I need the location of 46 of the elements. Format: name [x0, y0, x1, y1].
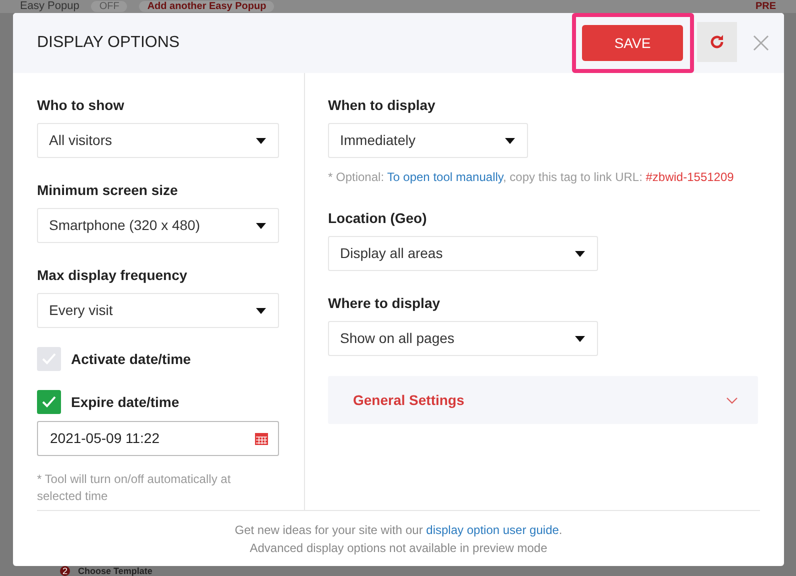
help-text: * Tool will turn on/off automatically at selected time — [37, 471, 232, 505]
check-icon — [42, 396, 56, 408]
manual-open-link[interactable]: To open tool manually — [387, 170, 504, 184]
footer-text: Get new ideas for your site with our display option user guide. — [234, 522, 562, 538]
caret-icon — [575, 250, 585, 256]
refresh-icon — [709, 34, 725, 50]
caret-icon — [575, 336, 585, 342]
check-icon — [42, 353, 56, 365]
chevron-icon — [726, 396, 738, 404]
checkbox[interactable] — [37, 347, 61, 371]
dropdown[interactable]: Smartphone (320 x 480) — [37, 208, 279, 243]
dialog-title: DISPLAY OPTIONS — [37, 33, 180, 53]
checkbox-label: Activate date/time — [71, 350, 191, 368]
footer-note: Advanced display options not available in preview mode — [250, 540, 548, 556]
dropdown[interactable]: Show on all pages — [328, 321, 598, 356]
calendar-icon[interactable] — [255, 432, 268, 445]
app-title: Easy Popup — [20, 0, 80, 14]
caret-icon — [505, 138, 515, 144]
caret-icon — [256, 138, 266, 144]
save-button[interactable]: SAVE — [582, 25, 683, 61]
hint-text: , copy this tag to link URL: — [503, 170, 644, 184]
step-label: Choose Template — [78, 566, 152, 576]
caret-icon — [256, 308, 266, 314]
refresh-button[interactable] — [697, 22, 737, 62]
step-number: 2 — [60, 566, 70, 576]
field-label: Location (Geo) — [328, 209, 428, 228]
hint-text: * Optional: — [328, 170, 386, 184]
preview-link[interactable]: PRE — [755, 0, 776, 14]
field-label: Who to show — [37, 96, 126, 115]
checkbox[interactable] — [37, 390, 61, 414]
field-label: Where to display — [328, 294, 442, 313]
dropdown[interactable]: Every visit — [37, 293, 279, 328]
dropdown[interactable]: Display all areas — [328, 236, 598, 271]
checkbox-label: Expire date/time — [71, 392, 180, 412]
dropdown[interactable]: All visitors — [37, 123, 279, 158]
date-field[interactable]: 2021-05-09 11:22 — [37, 421, 279, 456]
caret-icon — [256, 222, 266, 228]
dropdown[interactable]: Immediately — [328, 123, 528, 158]
field-label: Minimum screen size — [37, 181, 179, 200]
guide-link[interactable]: display option user guide — [426, 522, 559, 536]
field-label: When to display — [328, 96, 436, 115]
accordion-header[interactable]: General Settings — [328, 376, 758, 424]
tag-code: #zbwid-1551209 — [646, 170, 734, 184]
add-popup-button[interactable]: Add another Easy Popup — [139, 1, 274, 12]
close-icon[interactable] — [753, 35, 769, 51]
field-label: Max display frequency — [37, 266, 188, 285]
